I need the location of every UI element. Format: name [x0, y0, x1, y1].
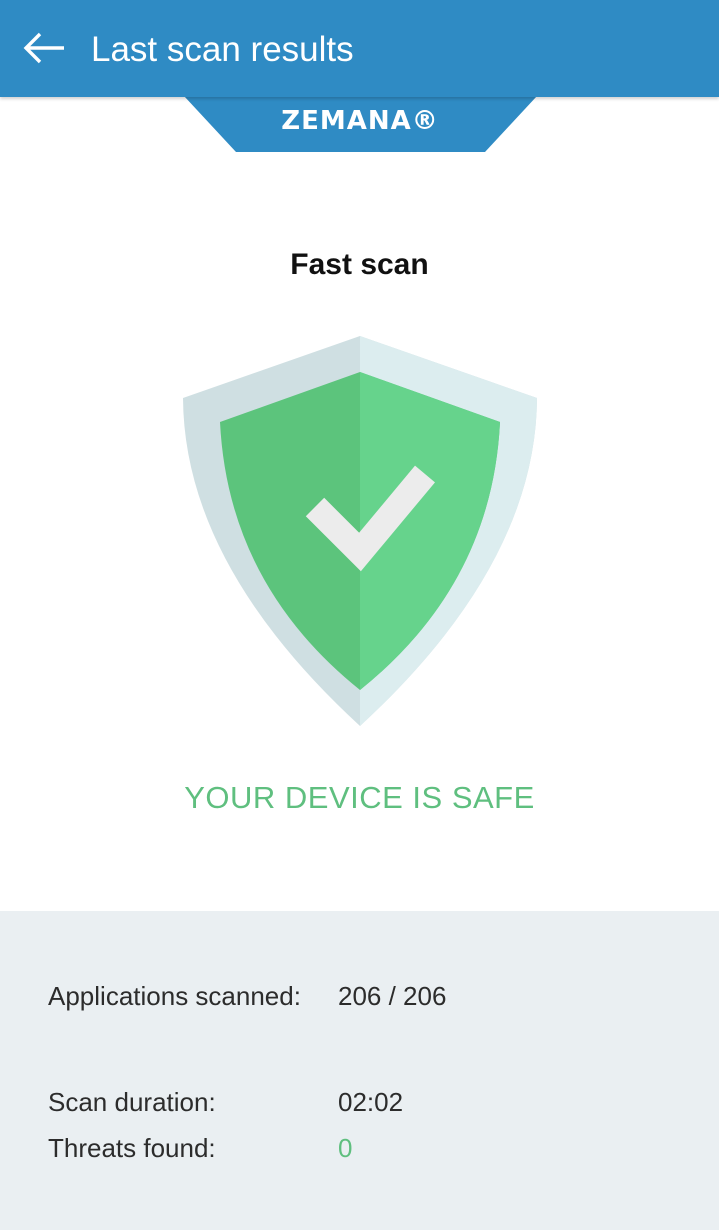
scan-duration-value: 02:02 [338, 1087, 404, 1117]
back-button[interactable] [18, 26, 70, 74]
threats-found-value: 0 [338, 1133, 353, 1163]
page-title: Last scan results [91, 30, 354, 69]
threats-found-label: Threats found: [48, 1133, 216, 1163]
brand-logo: ZEMANA® [281, 106, 439, 136]
device-status-text: YOUR DEVICE IS SAFE [184, 780, 535, 815]
arrow-left-icon [23, 32, 64, 64]
scan-duration-label: Scan duration: [48, 1087, 216, 1117]
applications-scanned-label: Applications scanned: [48, 981, 301, 1011]
app-bar: Last scan results [0, 0, 719, 97]
stats-panel: Applications scanned: 206 / 206 Scan dur… [0, 911, 719, 1230]
scan-type-title: Fast scan [290, 248, 429, 281]
applications-scanned-value: 206 / 206 [338, 981, 447, 1011]
shield-check-icon [180, 334, 540, 728]
